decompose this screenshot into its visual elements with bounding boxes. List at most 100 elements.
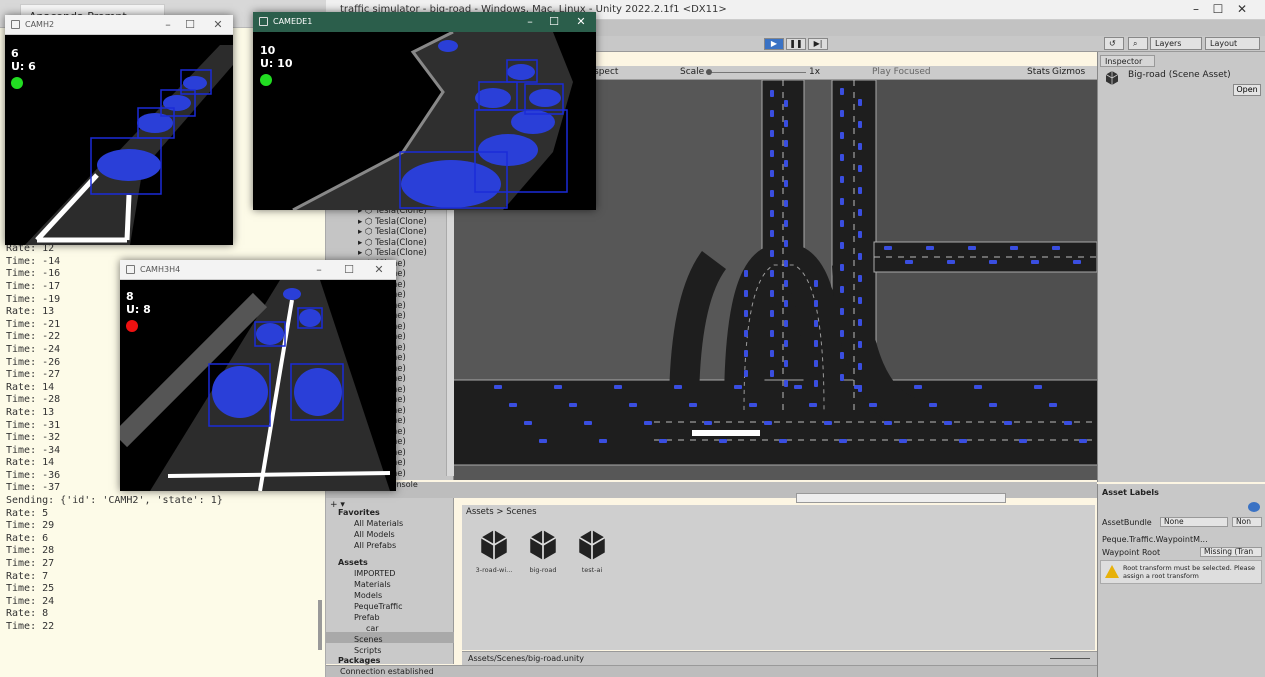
packages-header[interactable]: Packages	[338, 656, 380, 665]
maximize-icon[interactable]: ☐	[342, 263, 356, 276]
scene-car	[869, 403, 877, 407]
camera-window-camh3h4[interactable]: CAMH3H4 – ☐ ✕ 8 U: 8	[112, 260, 396, 492]
maximize-icon[interactable]: ☐	[1210, 2, 1226, 16]
scene-asset-tile[interactable]: 3-road-wi...	[472, 528, 516, 574]
history-icon[interactable]: ↺	[1104, 37, 1124, 50]
scene-car	[784, 120, 788, 127]
folder-item[interactable]: PequeTraffic	[354, 602, 403, 611]
scene-car	[814, 380, 818, 387]
assetbundle-variant-dropdown[interactable]: Non	[1232, 517, 1262, 527]
scene-car	[719, 439, 727, 443]
favorite-item[interactable]: All Prefabs	[354, 541, 396, 550]
maximize-icon[interactable]: ☐	[547, 15, 561, 28]
project-folder-tree: + ▾ Favorites All Materials All Models A…	[326, 498, 454, 665]
scene-car	[840, 286, 844, 293]
folder-item[interactable]: IMPORTED	[354, 569, 395, 578]
assetbundle-dropdown[interactable]: None	[1160, 517, 1228, 527]
minimize-icon[interactable]: –	[1188, 2, 1204, 16]
hierarchy-item[interactable]: ▸ ⬡ Tesla(Clone)	[358, 248, 427, 259]
folder-item[interactable]: Scripts	[354, 646, 381, 655]
scene-car	[614, 385, 622, 389]
layers-dropdown[interactable]: Layers	[1150, 37, 1202, 50]
layout-dropdown[interactable]: Layout	[1205, 37, 1260, 50]
camera-title: CAMEDE1	[273, 17, 313, 26]
camera-window-camh2[interactable]: CAMH2 – ☐ ✕ 6 U: 6	[5, 15, 233, 245]
folder-item-selected[interactable]: Scenes	[354, 635, 383, 644]
scene-car	[764, 421, 772, 425]
scene-car	[704, 421, 712, 425]
unity-scene-icon	[480, 530, 508, 560]
scene-car	[770, 350, 774, 357]
close-icon[interactable]: ✕	[372, 263, 386, 276]
camera-titlebar: CAMH3H4 – ☐ ✕	[120, 260, 396, 280]
scene-car	[770, 190, 774, 197]
scale-label: Scale	[680, 67, 705, 77]
scene-car	[770, 290, 774, 297]
camera-feed-render	[253, 30, 596, 212]
scene-car	[858, 297, 862, 304]
scene-car	[784, 160, 788, 167]
inspector-tab[interactable]: Inspector	[1100, 55, 1155, 67]
favorite-item[interactable]: All Models	[354, 530, 395, 539]
project-search-input[interactable]	[796, 493, 1006, 503]
favorites-header[interactable]: Favorites	[338, 508, 380, 517]
gizmos-dropdown[interactable]: Gizmos	[1052, 67, 1085, 77]
waypoint-root-field[interactable]: Missing (Tran	[1200, 547, 1262, 557]
scene-asset-tile[interactable]: big-road	[521, 528, 565, 574]
step-button[interactable]: ▶|	[808, 38, 828, 50]
folder-item[interactable]: Models	[354, 591, 382, 600]
scene-car	[494, 385, 502, 389]
close-icon[interactable]: ✕	[211, 18, 225, 31]
scale-slider-handle[interactable]	[706, 69, 712, 75]
scene-car	[674, 385, 682, 389]
scene-asset-tile[interactable]: test-ai	[570, 528, 614, 574]
folder-item[interactable]: Prefab	[354, 613, 380, 622]
minimize-icon[interactable]: –	[312, 263, 326, 276]
camera-title: CAMH2	[25, 20, 55, 29]
minimize-icon[interactable]: –	[523, 15, 537, 28]
camera-window-camede1[interactable]: CAMEDE1 – ☐ ✕ 10 U: 10	[253, 12, 596, 212]
maximize-icon[interactable]: ☐	[183, 18, 197, 31]
camera-titlebar: CAMEDE1 – ☐ ✕	[253, 12, 596, 32]
hierarchy-item[interactable]: ▸ ⬡ Tesla(Clone)	[358, 238, 427, 249]
camera-status-light	[11, 77, 23, 89]
camera-feed-render	[112, 280, 396, 492]
component-header[interactable]: Peque.Traffic.WaypointM...	[1102, 535, 1208, 544]
close-icon[interactable]: ✕	[574, 15, 588, 28]
scene-car	[770, 170, 774, 177]
folder-item[interactable]: Materials	[354, 580, 391, 589]
label-icon[interactable]	[1248, 502, 1260, 512]
stats-button[interactable]: Stats	[1027, 67, 1050, 77]
minimize-icon[interactable]: –	[161, 18, 175, 31]
scene-car	[509, 403, 517, 407]
aspect-dropdown[interactable]: spect	[594, 67, 618, 77]
scene-car	[814, 320, 818, 327]
terminal-scrollbar[interactable]	[318, 600, 322, 650]
open-button[interactable]: Open	[1233, 84, 1261, 96]
assets-header[interactable]: Assets	[338, 558, 368, 567]
status-text: Connection established	[340, 667, 434, 676]
scene-car	[524, 421, 532, 425]
favorite-item[interactable]: All Materials	[354, 519, 403, 528]
scene-car	[659, 439, 667, 443]
play-button[interactable]: ▶	[764, 38, 784, 50]
scene-car	[749, 403, 757, 407]
scale-slider[interactable]	[706, 72, 806, 73]
camera-title: CAMH3H4	[140, 265, 181, 274]
close-icon[interactable]: ✕	[1234, 2, 1250, 16]
scene-car	[744, 330, 748, 337]
hierarchy-scrollbar[interactable]	[446, 206, 454, 476]
search-icon[interactable]: ⌕	[1128, 37, 1148, 50]
scene-car	[784, 260, 788, 267]
breadcrumb[interactable]: Assets > Scenes	[466, 507, 537, 517]
icon-size-slider[interactable]	[1050, 658, 1090, 659]
pause-button[interactable]: ❚❚	[786, 38, 806, 50]
window-icon	[11, 20, 20, 29]
scene-car	[858, 187, 862, 194]
scene-car	[840, 308, 844, 315]
hierarchy-item[interactable]: ▸ ⬡ Tesla(Clone)	[358, 227, 427, 238]
scene-car	[905, 260, 913, 264]
hierarchy-item[interactable]: ▸ ⬡ Tesla(Clone)	[358, 217, 427, 228]
play-focused-dropdown[interactable]: Play Focused	[872, 67, 931, 77]
camera-feed: 8 U: 8	[112, 280, 396, 492]
